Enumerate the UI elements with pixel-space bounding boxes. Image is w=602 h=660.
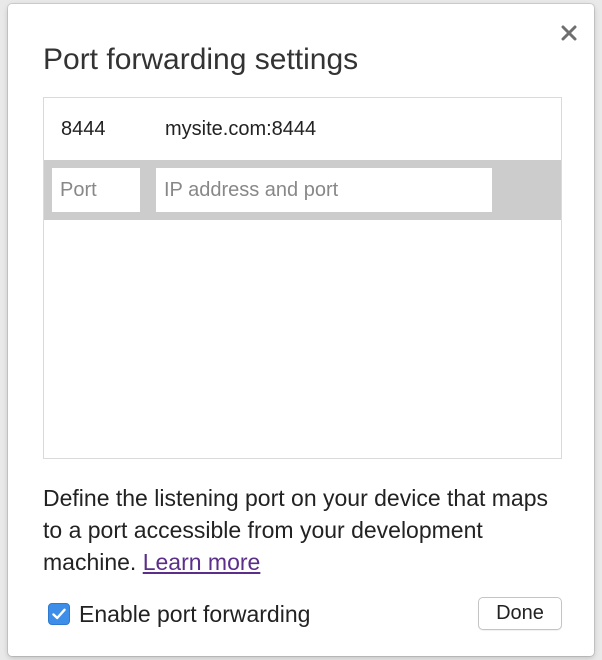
rule-address-value: mysite.com:8444 [165,118,317,140]
port-rule-row[interactable]: 8444 mysite.com:8444 [44,98,561,160]
port-forwarding-dialog: Port forwarding settings 8444 mysite.com… [8,4,594,656]
checkmark-icon [52,608,66,620]
enable-port-forwarding-toggle[interactable]: Enable port forwarding [48,600,310,628]
new-rule-row [44,160,561,220]
port-input[interactable] [52,168,140,212]
dialog-title: Port forwarding settings [43,43,359,76]
learn-more-link[interactable]: Learn more [143,549,261,575]
close-icon [561,25,577,41]
help-description: Define the listening port on your device… [43,485,549,575]
ip-address-input[interactable] [156,168,492,212]
rule-port-value: 8444 [61,118,106,140]
port-rules-list: 8444 mysite.com:8444 [43,97,562,459]
done-button[interactable]: Done [478,597,562,630]
enable-port-forwarding-checkbox[interactable] [48,603,70,625]
close-button[interactable] [558,22,580,44]
enable-port-forwarding-label: Enable port forwarding [79,601,311,627]
help-text: Define the listening port on your device… [43,482,573,578]
